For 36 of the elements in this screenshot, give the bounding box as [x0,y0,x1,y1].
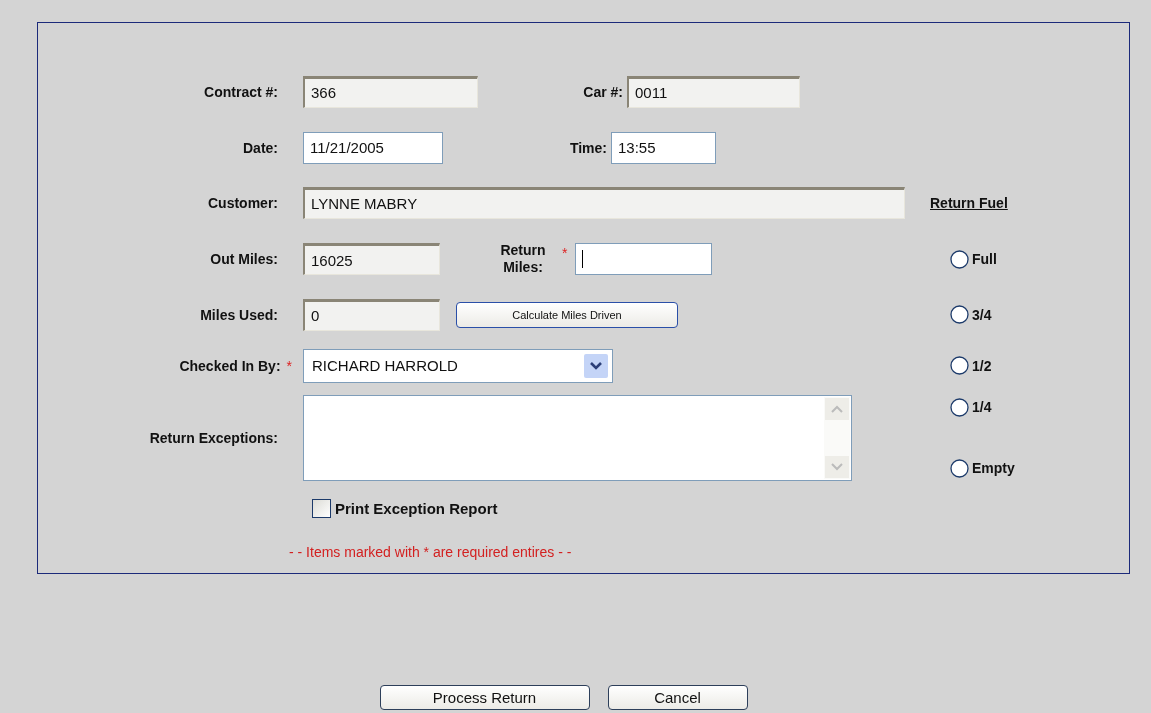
field-label: Contract #: [204,83,278,100]
text-field[interactable]: 0011 [627,75,800,108]
fuel-radio[interactable]: 1/2 [930,356,1129,375]
fuel-radio[interactable]: Empty [930,458,1129,478]
text-field[interactable]: 16025 [303,243,440,275]
required-note: - - Items marked with * are required entires - - [289,544,572,560]
text-field[interactable]: 13:55 [611,131,716,164]
scrollbar-icon [823,395,851,480]
checkbox[interactable] [312,498,331,518]
field-label: Customer: [208,194,278,211]
text-field[interactable] [575,243,713,275]
fuel-radio[interactable]: Full [930,249,1129,269]
field-label: Return Miles: [499,242,547,276]
process-return-button[interactable]: Process Return [379,685,590,710]
required-mark: * [562,245,568,261]
cancel-button[interactable]: Cancel [607,685,748,710]
text-field[interactable]: 366 [303,75,478,108]
text-field[interactable]: 11/21/2005 [303,131,443,164]
chevron-down-icon [584,353,608,378]
field-label: Out Miles: [210,251,278,267]
field-label: Checked In By: [179,357,281,374]
staff-dropdown[interactable]: RICHARD HARROLD [303,348,613,383]
field-label: Time: [568,139,607,156]
section-heading: Return Fuel [930,194,1009,211]
required-mark: * [286,357,292,374]
text-field[interactable]: 0 [303,298,440,331]
checkbox-label: Print Exception Report [335,499,498,517]
field-label: Date: [243,139,278,156]
fuel-radio[interactable]: 3/4 [930,305,1129,324]
exceptions-textarea[interactable] [303,394,852,481]
text-field[interactable]: LYNNE MABRY [303,186,905,219]
field-label: Return Exceptions: [149,429,278,446]
fuel-radio[interactable]: 1/4 [930,397,1129,417]
calculate-button[interactable]: Calculate Miles Driven [456,301,678,328]
field-label: Miles Used: [200,306,278,323]
field-label: Car #: [582,83,623,100]
